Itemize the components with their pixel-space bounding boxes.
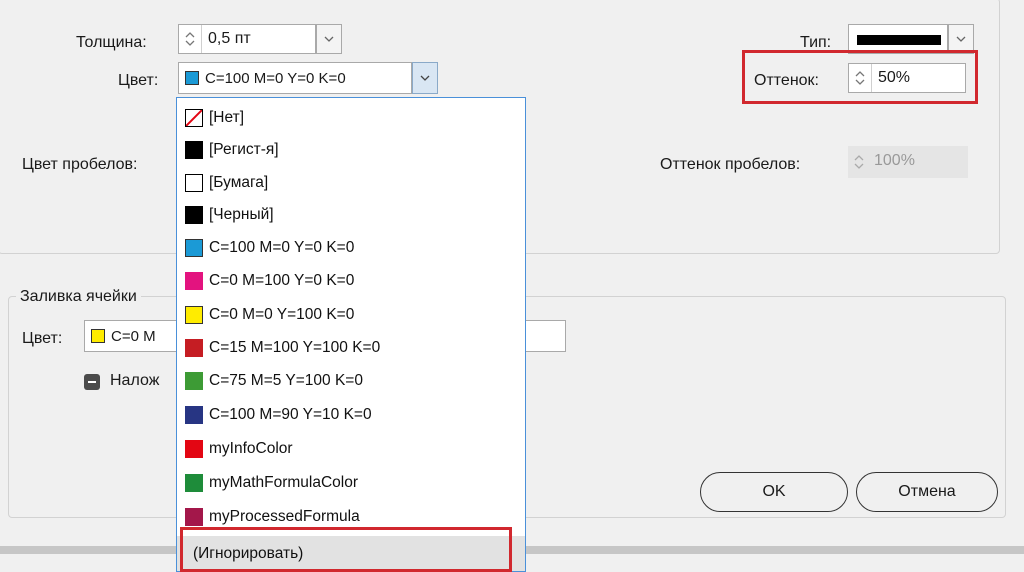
stroke-color-value: C=100 M=0 Y=0 K=0 (205, 69, 346, 87)
stroke-color-dropdown-button[interactable] (412, 62, 438, 94)
swatch-item-registration[interactable]: [Регист-я] (185, 135, 279, 165)
cyan-swatch-icon (185, 239, 203, 257)
paper-swatch-icon (185, 174, 203, 192)
stepper-arrows-icon[interactable] (179, 25, 202, 53)
thickness-value[interactable]: 0,5 пт (202, 30, 251, 48)
myinfocolor-swatch-icon (185, 440, 203, 458)
chevron-down-icon (420, 75, 430, 81)
blue-swatch-icon (185, 406, 203, 424)
ok-button[interactable]: OK (700, 472, 848, 512)
swatch-item-red[interactable]: C=15 M=100 Y=100 K=0 (185, 333, 380, 363)
cancel-button[interactable]: Отмена (856, 472, 998, 512)
cyan-swatch-icon (185, 71, 199, 85)
gap-tint-stepper: 100% (848, 146, 968, 178)
gap-color-label: Цвет пробелов: (22, 156, 138, 173)
swatch-item-yellow[interactable]: C=0 M=0 Y=100 K=0 (185, 300, 354, 330)
stroke-color-label: Цвет: (118, 72, 159, 89)
thickness-dropdown-button[interactable] (316, 24, 342, 54)
tint-highlight-frame (742, 50, 978, 104)
yellow-swatch-icon (185, 306, 203, 324)
swatch-item-mymathformulacolor[interactable]: myMathFormulaColor (185, 468, 358, 498)
solid-line-icon (857, 35, 941, 45)
myprocessedformula-swatch-icon (185, 508, 203, 526)
ignore-highlight-frame (180, 527, 512, 572)
mymathformulacolor-swatch-icon (185, 474, 203, 492)
swatch-item-none[interactable]: [Нет] (185, 103, 244, 133)
chevron-down-icon (956, 36, 966, 42)
magenta-swatch-icon (185, 272, 203, 290)
thickness-label: Толщина: (76, 34, 147, 51)
swatch-item-green[interactable]: C=75 M=5 Y=100 K=0 (185, 366, 363, 396)
stepper-arrows-icon (852, 152, 866, 177)
yellow-swatch-icon (91, 329, 105, 343)
stroke-color-select[interactable]: C=100 M=0 Y=0 K=0 (178, 62, 412, 94)
swatch-item-paper[interactable]: [Бумага] (185, 168, 268, 198)
swatch-item-cyan[interactable]: C=100 M=0 Y=0 K=0 (185, 233, 354, 263)
fill-color-label: Цвет: (22, 330, 63, 347)
thickness-stepper[interactable]: 0,5 пт (178, 24, 316, 54)
overprint-label: Налож (110, 372, 160, 389)
black-swatch-icon (185, 206, 203, 224)
gap-tint-label: Оттенок пробелов: (660, 156, 801, 173)
swatch-item-myinfocolor[interactable]: myInfoColor (185, 434, 293, 464)
chevron-down-icon (324, 36, 334, 42)
green-swatch-icon (185, 372, 203, 390)
fill-color-value: C=0 M (111, 327, 156, 345)
swatch-item-blue[interactable]: C=100 M=90 Y=10 K=0 (185, 400, 372, 430)
swatch-item-black[interactable]: [Черный] (185, 200, 274, 230)
gap-tint-value: 100% (874, 152, 915, 169)
red-swatch-icon (185, 339, 203, 357)
overprint-checkbox[interactable] (84, 374, 100, 390)
none-swatch-icon (185, 109, 203, 127)
cell-fill-legend: Заливка ячейки (16, 288, 141, 306)
swatch-dropdown-list[interactable]: [Нет] [Регист-я] [Бумага] [Черный] C=100… (176, 97, 526, 572)
registration-swatch-icon (185, 141, 203, 159)
swatch-item-magenta[interactable]: C=0 M=100 Y=0 K=0 (185, 266, 354, 296)
